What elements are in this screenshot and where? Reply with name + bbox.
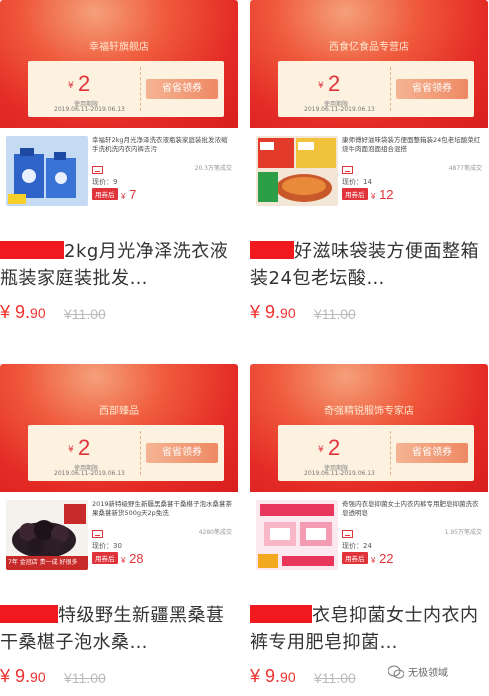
- coupon-dates: 2019.06.11-2019.06.13: [54, 106, 125, 113]
- product-name[interactable]: 特级野生新疆黑桑葚干桑椹子泡水桑…: [0, 602, 238, 656]
- product-name[interactable]: 好滋味袋装方便面整箱装24包老坛酸…: [250, 238, 488, 292]
- product-image: [6, 136, 88, 206]
- wechat-icon: [387, 665, 405, 679]
- coupon-ticket: ¥ 2 使用期限 2019.06.11-2019.06.13 省省领券: [28, 425, 224, 481]
- shop-name: 幸福轩旗舰店: [89, 42, 149, 53]
- product-poster[interactable]: 幸福轩旗舰店 ¥ 2 使用期限 2019.06.11-2019.06.13 省省…: [0, 0, 238, 228]
- coupon-ticket: ¥ 2 使用期限 2019.06.11-2019.06.13 省省领券: [278, 61, 474, 117]
- sales-count: 4280笔成交: [198, 529, 232, 536]
- coupon-ticket: ¥ 2 使用期限 2019.06.11-2019.06.13 省省领券: [278, 425, 474, 481]
- sales-count: 4877笔成交: [448, 165, 482, 172]
- current-price: 现价：14: [342, 178, 372, 186]
- sale-price: ¥ 9.90: [250, 302, 296, 322]
- coupon-currency: ¥: [68, 445, 74, 455]
- redaction-block: [0, 605, 58, 623]
- sale-price: ¥ 9.90: [0, 666, 46, 686]
- original-price: ¥11.00: [314, 670, 356, 686]
- product-title-small: 奇强内衣皂抑菌女士内衣内裤专用肥皂抑菌洗衣皂透明皂: [342, 500, 479, 517]
- coupon-dates: 2019.06.11-2019.06.13: [304, 470, 375, 477]
- coupon-banner: 西部臻品 ¥ 2 使用期限 2019.06.11-2019.06.13 省省领券: [0, 364, 238, 492]
- after-coupon-tag: 用券后: [92, 552, 118, 564]
- watermark-text: 无极领域: [408, 668, 448, 679]
- redaction-block: [0, 241, 64, 259]
- product-card[interactable]: 奇强精锐服饰专家店 ¥ 2 使用期限 2019.06.11-2019.06.13…: [250, 364, 488, 696]
- final-price: ¥ 12: [371, 187, 394, 202]
- current-price: 现价：30: [92, 542, 122, 550]
- original-price: ¥11.00: [314, 306, 356, 322]
- coupon-divider: [390, 431, 391, 475]
- coupon-dates: 2019.06.11-2019.06.13: [304, 106, 375, 113]
- coupon-divider: [390, 67, 391, 111]
- coupon-currency: ¥: [318, 81, 324, 91]
- product-poster[interactable]: 西食亿食品专营店 ¥ 2 使用期限 2019.06.11-2019.06.13 …: [250, 0, 488, 228]
- tmall-icon: [342, 166, 353, 174]
- redaction-block: [250, 605, 312, 623]
- current-price: 现价：24: [342, 542, 372, 550]
- product-name[interactable]: 2kg月光净泽洗衣液瓶装家庭装批发…: [0, 238, 238, 292]
- sale-price: ¥ 9.90: [0, 302, 46, 322]
- claim-coupon-button[interactable]: 省省领券: [146, 79, 218, 99]
- redaction-block: [250, 241, 294, 259]
- coupon-currency: ¥: [68, 81, 74, 91]
- coupon-amount: 2: [328, 435, 341, 460]
- coupon-amount: 2: [78, 71, 91, 96]
- store-badge: 7年 金冠店 贵一成 好很多: [6, 556, 88, 567]
- coupon-banner: 幸福轩旗舰店 ¥ 2 使用期限 2019.06.11-2019.06.13 省省…: [0, 0, 238, 128]
- after-coupon-tag: 用券后: [92, 188, 118, 200]
- sales-count: 20.3万笔成交: [194, 165, 232, 172]
- product-card[interactable]: 西部臻品 ¥ 2 使用期限 2019.06.11-2019.06.13 省省领券: [0, 364, 238, 696]
- sales-count: 1.95万笔成交: [444, 529, 482, 536]
- coupon-dates: 2019.06.11-2019.06.13: [54, 470, 125, 477]
- shop-name: 奇强精锐服饰专家店: [324, 406, 414, 417]
- claim-coupon-button[interactable]: 省省领券: [396, 443, 468, 463]
- coupon-amount: 2: [78, 435, 91, 460]
- coupon-banner: 西食亿食品专营店 ¥ 2 使用期限 2019.06.11-2019.06.13 …: [250, 0, 488, 128]
- current-price: 现价：9: [92, 178, 118, 186]
- product-title-small: 康师傅好滋味袋装方便面整箱装24包老坛酸菜红烧牛肉面泡面组合混搭: [342, 136, 481, 153]
- final-price: ¥ 22: [371, 551, 394, 566]
- coupon-divider: [140, 431, 141, 475]
- product-poster[interactable]: 奇强精锐服饰专家店 ¥ 2 使用期限 2019.06.11-2019.06.13…: [250, 364, 488, 592]
- coupon-currency: ¥: [318, 445, 324, 455]
- sale-price: ¥ 9.90: [250, 666, 296, 686]
- product-card[interactable]: 幸福轩旗舰店 ¥ 2 使用期限 2019.06.11-2019.06.13 省省…: [0, 0, 238, 346]
- tmall-icon: [342, 530, 353, 538]
- claim-coupon-button[interactable]: 省省领券: [146, 443, 218, 463]
- coupon-amount: 2: [328, 71, 341, 96]
- after-coupon-tag: 用券后: [342, 552, 368, 564]
- product-title-small: 2019新特级野生新疆黑桑葚干桑椹子泡水桑葚茶果桑葚新货500g天2p免洗: [92, 500, 233, 517]
- product-card[interactable]: 西食亿食品专营店 ¥ 2 使用期限 2019.06.11-2019.06.13 …: [250, 0, 488, 346]
- tmall-icon: [92, 530, 103, 538]
- shop-name: 西食亿食品专营店: [329, 42, 409, 53]
- coupon-banner: 奇强精锐服饰专家店 ¥ 2 使用期限 2019.06.11-2019.06.13…: [250, 364, 488, 492]
- watermark: 无极领域: [387, 664, 448, 679]
- after-coupon-tag: 用券后: [342, 188, 368, 200]
- product-image: [256, 136, 338, 206]
- original-price: ¥11.00: [64, 306, 106, 322]
- product-name[interactable]: 衣皂抑菌女士内衣内裤专用肥皂抑菌…: [250, 602, 488, 656]
- final-price: ¥ 7: [121, 187, 137, 202]
- original-price: ¥11.00: [64, 670, 106, 686]
- product-title-small: 幸福轩2kg月光净泽洗衣液瓶装家庭装批发浓缩手洗机洗内衣内裤去污: [92, 136, 228, 153]
- shop-name: 西部臻品: [99, 406, 139, 417]
- final-price: ¥ 28: [121, 551, 144, 566]
- claim-coupon-button[interactable]: 省省领券: [396, 79, 468, 99]
- tmall-icon: [92, 166, 103, 174]
- product-image: [256, 500, 338, 570]
- coupon-ticket: ¥ 2 使用期限 2019.06.11-2019.06.13 省省领券: [28, 61, 224, 117]
- coupon-divider: [140, 67, 141, 111]
